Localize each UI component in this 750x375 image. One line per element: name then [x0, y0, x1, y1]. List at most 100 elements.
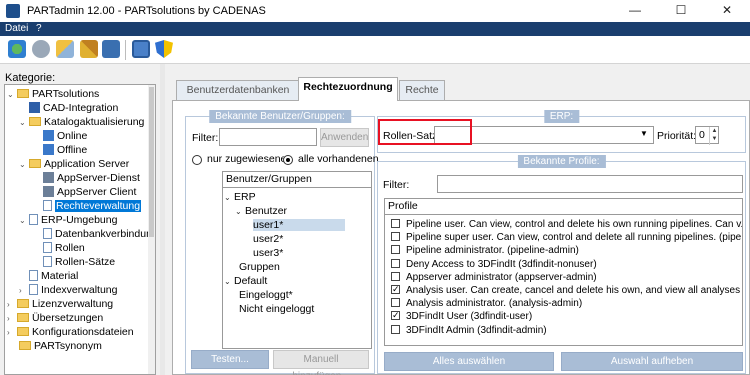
deselect-button[interactable]: Auswahl aufheben — [561, 352, 743, 371]
profiles-panel: Bekannte Profile: Filter: Profile Pipeli… — [377, 155, 746, 374]
profile-item[interactable]: Appserver administrator (appserver-admin… — [391, 271, 597, 284]
refresh-icon[interactable] — [8, 40, 26, 58]
tree-item-katalog[interactable]: ⌄ Katalogaktualisierung — [19, 115, 144, 129]
list-item-user3[interactable]: user3* — [253, 247, 283, 259]
tree-item-offline[interactable]: Offline — [43, 143, 87, 157]
profile-checkbox[interactable] — [391, 324, 400, 334]
offline-icon — [43, 144, 54, 155]
list-item-erp[interactable]: ⌄ ERP — [224, 191, 256, 203]
tree-item-partsynonym[interactable]: PARTsynonym — [19, 339, 102, 353]
profile-item[interactable]: Deny Access to 3DFindIt (3dfindit-nonuse… — [391, 258, 597, 271]
minimize-button[interactable]: — — [612, 0, 658, 22]
users-filter-label: Filter: — [192, 132, 219, 144]
profile-checkbox[interactable] — [391, 309, 400, 321]
collapse-icon[interactable]: ⌄ — [7, 88, 17, 102]
profile-checkbox[interactable] — [391, 298, 400, 308]
tree-item-application-server[interactable]: ⌄ Application Server — [19, 157, 129, 171]
list-item-benutzer[interactable]: ⌄ Benutzer — [235, 205, 287, 217]
profile-checkbox[interactable] — [391, 283, 400, 295]
tab-rechte[interactable]: Rechte — [399, 80, 445, 101]
tree-item-konfigurationsdateien[interactable]: › Konfigurationsdateien — [7, 325, 134, 339]
tree-item-datenbankverbindung[interactable]: Datenbankverbindung — [43, 227, 155, 241]
users-groups-list[interactable]: Benutzer/Gruppen ⌄ ERP ⌄ Benutzer user1* u… — [222, 171, 372, 349]
apply-filter-button[interactable]: Anwenden — [320, 128, 369, 147]
splitter[interactable] — [160, 64, 165, 375]
expand-icon[interactable]: › — [7, 298, 17, 312]
chevron-down-icon[interactable]: ▼ — [640, 129, 648, 138]
users-groups-panel: Bekannte Benutzer/Gruppen: Filter: Anwen… — [185, 110, 379, 375]
collapse-icon[interactable]: ⌄ — [19, 116, 29, 130]
tree-item-indexverwaltung[interactable]: › Indexverwaltung — [19, 283, 117, 297]
network-icon[interactable] — [102, 40, 120, 58]
tree-item-rechteverwaltung[interactable]: Rechteverwaltung — [43, 199, 142, 213]
keys-icon[interactable] — [80, 40, 98, 58]
select-all-button[interactable]: Alles auswählen — [384, 352, 554, 371]
radio-only-assigned[interactable] — [192, 155, 202, 165]
profile-item[interactable]: Pipeline administrator. (pipeline-admin) — [391, 245, 579, 257]
menu-help[interactable]: ? — [36, 23, 42, 34]
profile-item[interactable]: Analysis administrator. (analysis-admin) — [391, 298, 582, 310]
profiles-filter-input[interactable] — [437, 175, 743, 193]
collapse-icon[interactable]: ⌄ — [19, 158, 29, 172]
users-filter-input[interactable] — [219, 128, 317, 146]
collapse-icon[interactable]: ⌄ — [224, 192, 234, 204]
list-item-eingeloggt[interactable]: Eingeloggt* — [239, 289, 293, 301]
profile-checkbox[interactable] — [391, 219, 400, 228]
menu-file[interactable]: Datei — [5, 23, 28, 34]
profile-checkbox[interactable] — [391, 271, 400, 281]
test-button[interactable]: Testen... — [191, 350, 269, 369]
radio-all-existing[interactable] — [283, 155, 293, 165]
tab-rechtezuordnung[interactable]: Rechtezuordnung — [298, 77, 398, 101]
expand-icon[interactable]: › — [7, 326, 17, 340]
prioritaet-label: Priorität: — [657, 130, 697, 142]
tree-item-cad-integration[interactable]: CAD-Integration — [29, 101, 118, 115]
save-icon[interactable] — [132, 40, 150, 58]
collapse-icon[interactable]: ⌄ — [235, 206, 245, 218]
profile-checkbox[interactable] — [391, 232, 400, 242]
tree-item-online[interactable]: Online — [43, 129, 87, 143]
list-item-nicht-eingeloggt[interactable]: Nicht eingeloggt — [239, 303, 314, 315]
folder-icon — [17, 299, 29, 308]
profile-item[interactable]: Pipeline user. Can view, control and del… — [391, 219, 742, 231]
tree-item-appserver-client[interactable]: AppServer Client — [43, 185, 136, 199]
profiles-list[interactable]: Profile Pipeline user. Can view, control… — [384, 198, 743, 346]
profile-item[interactable]: Analysis user. Can create, cancel and de… — [391, 283, 742, 297]
tree-scrollbar[interactable] — [148, 85, 155, 374]
profile-item[interactable]: 3DFindIt Admin (3dfindit-admin) — [391, 324, 547, 337]
tree-item-material[interactable]: Material — [29, 269, 78, 283]
profile-item[interactable]: Pipeline super user. Can view, control a… — [391, 232, 742, 244]
tree-item-rollen-saetze[interactable]: Rollen-Sätze — [43, 255, 115, 269]
maximize-button[interactable]: ☐ — [658, 0, 704, 22]
scrollbar-thumb[interactable] — [149, 87, 154, 237]
tree-item-partsolutions[interactable]: ⌄ PARTsolutions — [7, 87, 99, 101]
document-icon — [29, 270, 38, 281]
tree-item-erp-umgebung[interactable]: ⌄ ERP-Umgebung — [19, 213, 117, 227]
profile-checkbox[interactable] — [391, 258, 400, 268]
category-tree[interactable]: ⌄ PARTsolutions CAD-Integration ⌄ Kataloga… — [4, 84, 156, 375]
folder-icon — [29, 117, 41, 126]
tree-item-uebersetzungen[interactable]: › Übersetzungen — [7, 311, 103, 325]
collapse-icon[interactable]: ⌄ — [224, 276, 234, 288]
document-icon — [29, 214, 38, 225]
list-item-gruppen[interactable]: Gruppen — [239, 261, 280, 273]
shield-icon[interactable] — [155, 40, 173, 58]
close-button[interactable]: ✕ — [704, 0, 750, 22]
tree-item-lizenzverwaltung[interactable]: › Lizenzverwaltung — [7, 297, 113, 311]
spinner-arrows-icon[interactable]: ▲ ▼ — [709, 127, 719, 145]
profile-checkbox[interactable] — [391, 245, 400, 255]
collapse-icon[interactable]: ⌄ — [19, 214, 29, 228]
folder-icon — [19, 341, 31, 350]
tree-item-appserver-dienst[interactable]: AppServer-Dienst — [43, 171, 140, 185]
expand-icon[interactable]: › — [7, 312, 17, 326]
list-item-user2[interactable]: user2* — [253, 233, 283, 245]
list-item-user1[interactable]: user1* — [253, 219, 346, 231]
category-label: Kategorie: — [5, 72, 56, 84]
settings-icon[interactable] — [32, 40, 50, 58]
tree-item-rollen[interactable]: Rollen — [43, 241, 85, 255]
tab-benutzerdatenbanken[interactable]: Benutzerdatenbanken — [176, 80, 300, 101]
list-item-default[interactable]: ⌄ Default — [224, 275, 267, 287]
expand-icon[interactable]: › — [19, 284, 29, 298]
manual-add-button[interactable]: Manuell hinzufügen... — [273, 350, 369, 375]
key-user-icon[interactable] — [56, 40, 74, 58]
profile-item[interactable]: 3DFindIt User (3dfindit-user) — [391, 309, 532, 323]
